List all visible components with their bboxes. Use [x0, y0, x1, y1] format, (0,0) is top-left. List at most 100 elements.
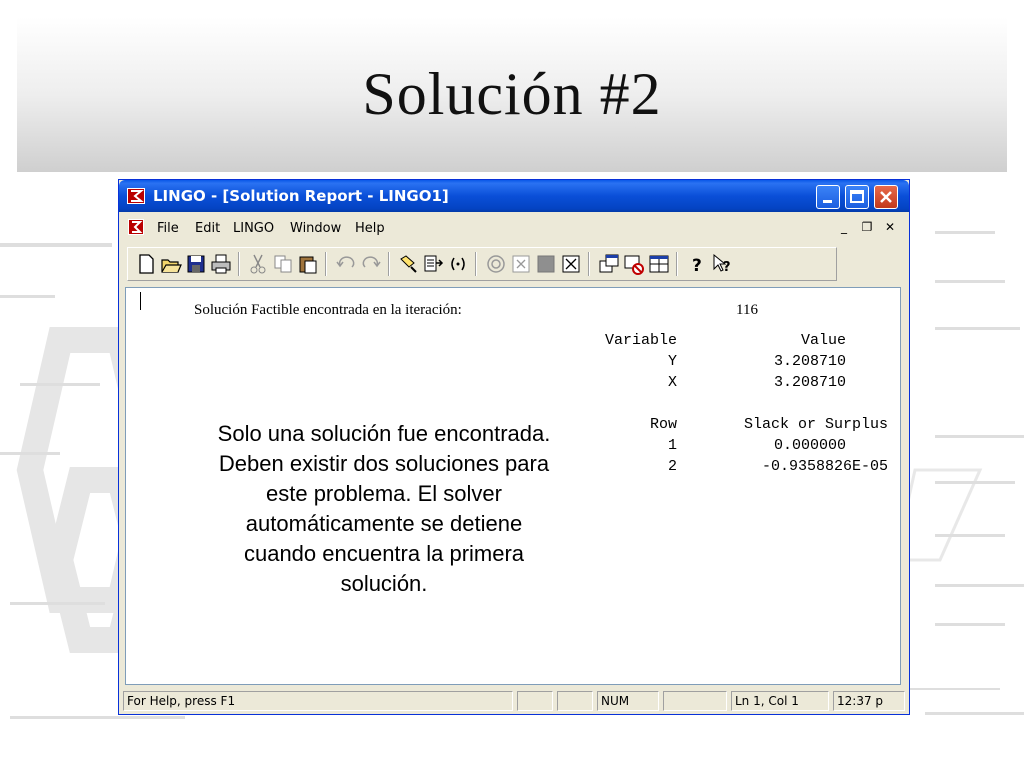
slack-header: Slack or Surplus: [743, 416, 888, 433]
open-folder-icon: [161, 259, 182, 273]
row-slack-value: -0.9358826E-05: [761, 458, 888, 475]
row-slack-value: 0.000000: [773, 437, 846, 454]
matrix-picture-icon: [537, 255, 555, 273]
toolbar-separator: [588, 252, 590, 276]
print-button[interactable]: [209, 251, 233, 277]
new-file-button[interactable]: [134, 251, 158, 277]
slide-title: Solución #2: [362, 61, 662, 127]
callout-line: Deben existir dos soluciones para: [218, 451, 550, 476]
solve-icon: [487, 255, 505, 273]
cut-button[interactable]: [246, 251, 270, 277]
svg-text:?: ?: [723, 260, 731, 275]
solve-button[interactable]: [484, 251, 508, 277]
callout-line: cuando encuentra la primera: [243, 541, 525, 566]
maximize-icon: [850, 190, 864, 203]
send-to-back-icon: [599, 254, 619, 273]
tile-button[interactable]: [647, 251, 671, 277]
print-icon: [211, 254, 231, 274]
undo-icon: [336, 256, 355, 268]
row-number: 2: [667, 458, 677, 475]
explanation-callout: Solo una solución fue encontrada. Deben …: [184, 419, 584, 599]
close-all-icon: [624, 255, 644, 275]
window-title: LINGO - [Solution Report - LINGO1]: [153, 187, 449, 205]
save-icon: [187, 255, 205, 273]
svg-text:?: ?: [692, 256, 702, 276]
new-file-icon: [139, 254, 154, 274]
menu-help[interactable]: Help: [355, 221, 385, 236]
menu-bar: File Edit LINGO Window Help _ ❐ ✕: [123, 215, 905, 241]
menu-window[interactable]: Window: [290, 221, 341, 236]
tile-icon: [649, 255, 669, 273]
status-help-text: For Help, press F1: [123, 691, 513, 711]
toolbar-separator: [238, 252, 240, 276]
options-icon: [562, 255, 580, 273]
copy-icon: [274, 255, 292, 273]
mdi-minimize-button[interactable]: _: [835, 219, 853, 235]
status-ovr-indicator: [557, 691, 593, 711]
menu-lingo[interactable]: LINGO: [233, 221, 274, 236]
menu-file[interactable]: File: [157, 221, 179, 236]
lingo-app-icon: [127, 188, 145, 204]
toolbar-separator: [676, 252, 678, 276]
iteration-label: Solución Factible encontrada en la itera…: [194, 302, 462, 318]
document-icon[interactable]: [128, 219, 144, 235]
goto-line-icon: [424, 255, 444, 272]
help-button[interactable]: ?: [685, 251, 709, 277]
status-cap-indicator: [517, 691, 553, 711]
status-bar: For Help, press F1 NUM Ln 1, Col 1 12:37…: [123, 689, 907, 713]
match-parenthesis-icon: [451, 257, 465, 271]
callout-line: Solo una solución fue encontrada.: [217, 421, 551, 446]
text-cursor: [140, 292, 141, 310]
value-header: Value: [800, 332, 846, 349]
maximize-button[interactable]: [845, 185, 869, 209]
find-button[interactable]: [396, 251, 420, 277]
toolbar: ? ?: [127, 247, 837, 281]
callout-line: automáticamente se detiene: [245, 511, 523, 536]
match-parenthesis-button[interactable]: [446, 251, 470, 277]
send-to-back-button[interactable]: [597, 251, 621, 277]
status-indicator: [663, 691, 727, 711]
mdi-restore-button[interactable]: ❐: [858, 219, 876, 235]
toolbar-separator: [325, 252, 327, 276]
solution-button[interactable]: [509, 251, 533, 277]
copy-button[interactable]: [271, 251, 295, 277]
redo-icon: [362, 256, 381, 268]
help-icon: ?: [692, 256, 702, 276]
variable-value: 3.208710: [773, 353, 846, 370]
menu-edit[interactable]: Edit: [195, 221, 220, 236]
options-button[interactable]: [559, 251, 583, 277]
close-button[interactable]: [874, 185, 898, 209]
toolbar-separator: [475, 252, 477, 276]
save-button[interactable]: [184, 251, 208, 277]
undo-button[interactable]: [334, 251, 358, 277]
context-help-icon: ?: [713, 253, 731, 275]
close-icon: [880, 191, 892, 203]
window-titlebar[interactable]: LINGO - [Solution Report - LINGO1]: [119, 180, 909, 212]
goto-line-button[interactable]: [421, 251, 445, 277]
close-all-button[interactable]: [622, 251, 646, 277]
redo-button[interactable]: [359, 251, 383, 277]
toolbar-separator: [388, 252, 390, 276]
mdi-close-button[interactable]: ✕: [881, 219, 899, 235]
open-button[interactable]: [159, 251, 183, 277]
row-number: 1: [667, 437, 677, 454]
variable-name: X: [667, 374, 677, 391]
paste-button[interactable]: [296, 251, 320, 277]
status-cursor-position: Ln 1, Col 1: [731, 691, 829, 711]
variable-name: Y: [667, 353, 677, 370]
status-num-indicator: NUM: [597, 691, 659, 711]
status-clock: 12:37 p: [833, 691, 905, 711]
minimize-button[interactable]: [816, 185, 840, 209]
variable-value: 3.208710: [773, 374, 846, 391]
cut-icon: [250, 254, 266, 274]
callout-line: solución.: [340, 571, 428, 596]
row-header: Row: [649, 416, 677, 433]
solution-icon: [512, 255, 530, 273]
callout-line: este problema. El solver: [266, 481, 502, 506]
matrix-picture-button[interactable]: [534, 251, 558, 277]
find-icon: [400, 255, 417, 273]
paste-icon: [299, 256, 317, 274]
minimize-icon: [823, 200, 832, 203]
variable-header: Variable: [604, 332, 677, 349]
context-help-button[interactable]: ?: [710, 251, 734, 277]
